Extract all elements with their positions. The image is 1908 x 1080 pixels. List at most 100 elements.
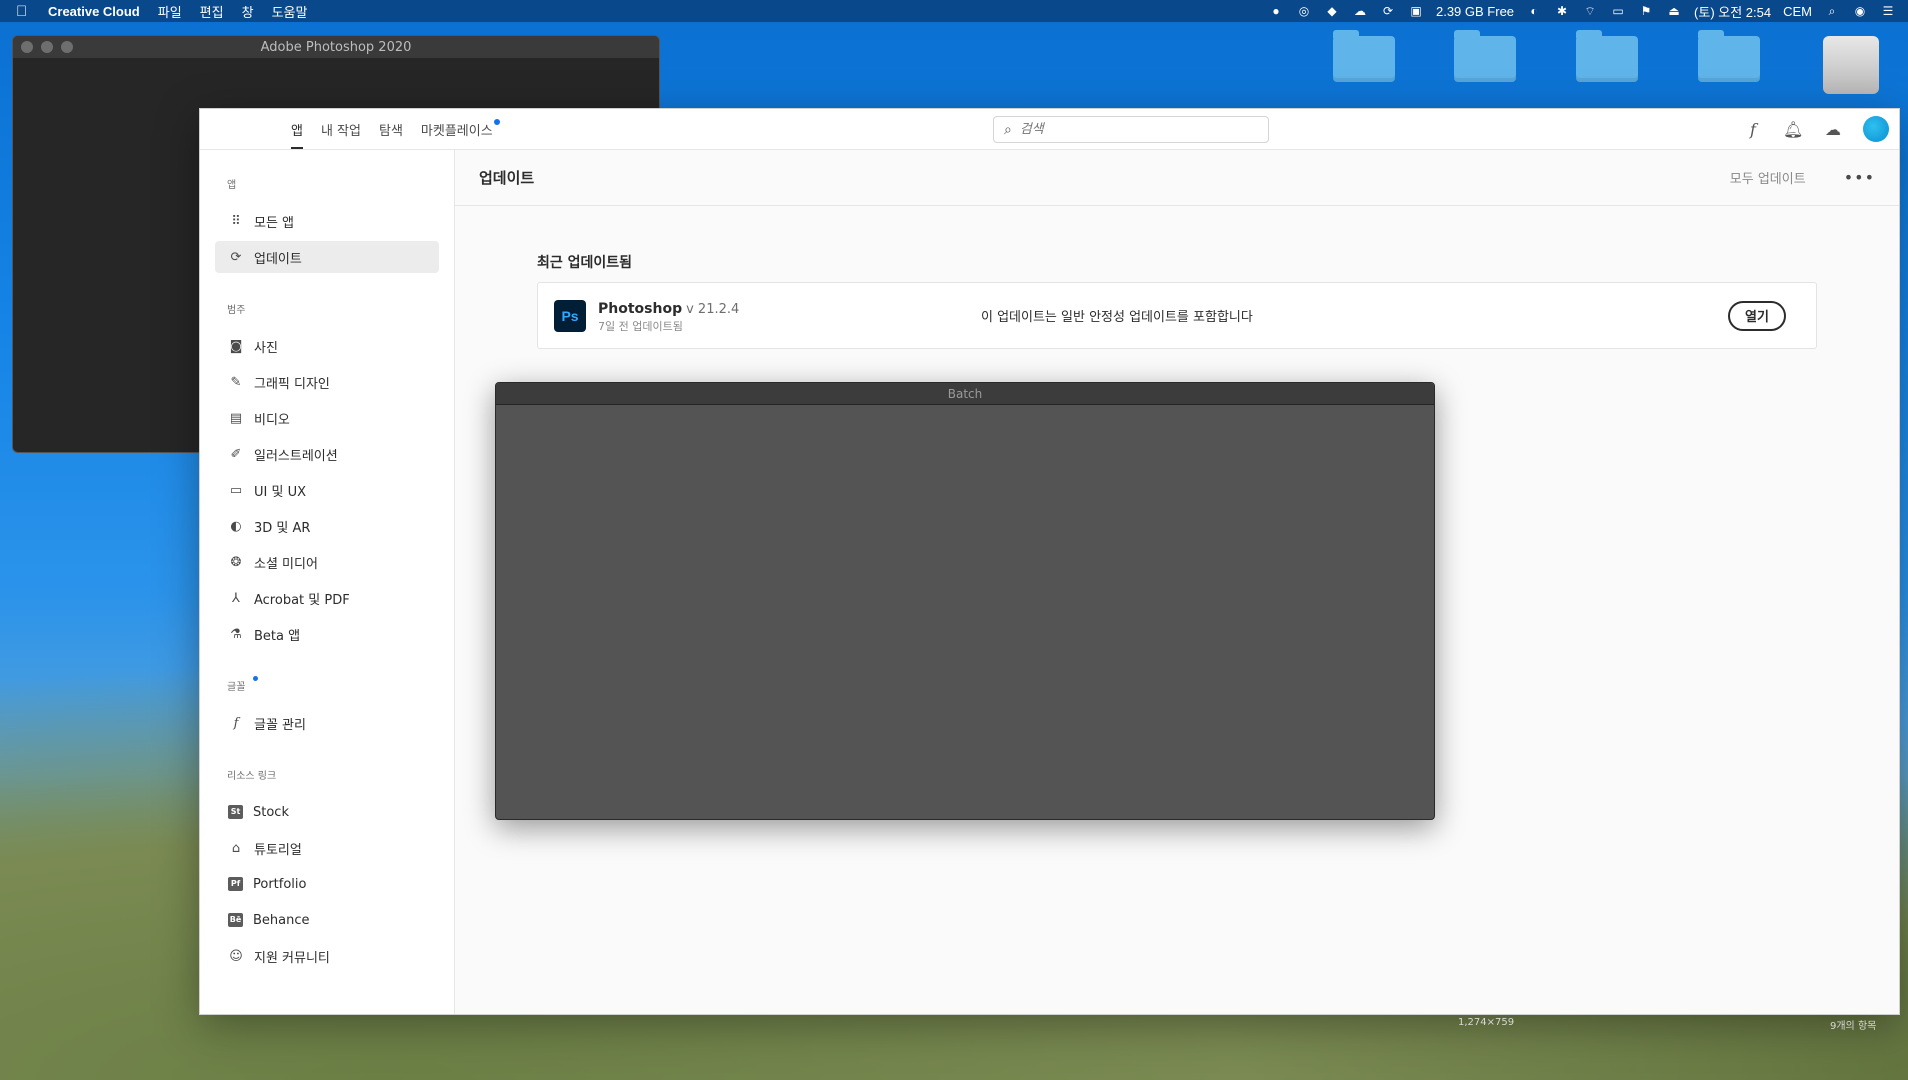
sidebar-item-community[interactable]: ☺ 지원 커뮤니티 (215, 940, 439, 972)
tab-my-work[interactable]: 내 작업 (321, 109, 361, 149)
sidebar-item-3d-ar[interactable]: ◐ 3D 및 AR (215, 510, 439, 542)
sidebar-item-beta-apps[interactable]: ⚗ Beta 앱 (215, 618, 439, 650)
dropbox-folder-icon (1576, 30, 1638, 82)
menu-edit[interactable]: 편집 (200, 2, 224, 21)
sidebar-section-fonts: 글꼴 (227, 676, 439, 693)
memory-chip-icon[interactable]: ▣ (1408, 4, 1424, 18)
desktop-folder-1[interactable] (1319, 30, 1409, 96)
recent-updates-heading: 최근 업데이트됨 (537, 255, 633, 271)
stock-icon: St (228, 805, 243, 819)
desktop-drive[interactable] (1806, 36, 1896, 108)
menu-file[interactable]: 파일 (158, 2, 182, 21)
folder-icon (1333, 30, 1395, 82)
behance-icon: Bē (228, 913, 243, 927)
sidebar-item-acrobat-pdf[interactable]: ⅄ Acrobat 및 PDF (215, 582, 439, 614)
menu-bar:  Creative Cloud 파일 편집 창 도움말 ● ◎ ◆ ☁ ⟳ ▣… (0, 0, 1908, 22)
sidebar-section-apps: 앱 (227, 180, 237, 191)
batch-dialog[interactable]: Batch (495, 382, 1435, 820)
pen-tool-icon: ✎ (230, 374, 242, 390)
sidebar-item-manage-fonts[interactable]: f 글꼴 관리 (215, 707, 439, 739)
cc-top-bar: 앱 내 작업 탐색 마켓플레이스 ⌕ f 🔔︎ ☁ (200, 109, 1899, 150)
search-icon: ⌕ (1004, 121, 1012, 138)
menu-app-name[interactable]: Creative Cloud (48, 4, 140, 19)
sidebar-item-updates[interactable]: ⟳ 업데이트 (215, 241, 439, 273)
flask-icon: ⚗ (230, 626, 242, 642)
sidebar-item-behance[interactable]: Bē Behance (215, 904, 439, 936)
apple-icon[interactable]:  (16, 3, 30, 20)
app-name: Photoshop (598, 300, 683, 317)
font-icon: f (233, 715, 239, 731)
app-status-icon[interactable]: ◐ (1526, 4, 1542, 18)
community-icon: ☺ (229, 948, 243, 964)
wifi-icon[interactable]: ⌔ (1582, 4, 1598, 18)
sidebar-item-social-media[interactable]: ❂ 소셜 미디어 (215, 546, 439, 578)
search-input[interactable] (1019, 122, 1240, 137)
eject-icon[interactable]: ⏏ (1666, 4, 1682, 18)
sidebar-item-graphic-design[interactable]: ✎ 그래픽 디자인 (215, 366, 439, 398)
menu-help[interactable]: 도움말 (272, 2, 308, 21)
cloud-sync-icon[interactable]: ☁ (1352, 4, 1368, 18)
control-center-icon[interactable]: ☰ (1880, 4, 1896, 18)
siri-icon[interactable]: ◉ (1852, 4, 1868, 18)
update-all-button[interactable]: 모두 업데이트 (1730, 168, 1806, 187)
avatar[interactable] (1863, 116, 1889, 142)
search-box[interactable]: ⌕ (993, 116, 1269, 143)
camera-icon: ◙ (229, 338, 243, 354)
social-icon: ❂ (230, 554, 242, 570)
tab-discover[interactable]: 탐색 (379, 109, 403, 149)
sidebar-item-illustration[interactable]: ✐ 일러스트레이션 (215, 438, 439, 470)
batch-title: Batch (496, 383, 1434, 405)
fonts-icon[interactable]: f (1743, 120, 1763, 139)
cc-tabs: 앱 내 작업 탐색 마켓플레이스 (291, 109, 500, 149)
bluetooth-icon[interactable]: ✱ (1554, 4, 1570, 18)
user-name[interactable]: CEM (1783, 4, 1812, 19)
sidebar-item-all-apps[interactable]: ⠿ 모든 앱 (215, 205, 439, 237)
sidebar-item-portfolio[interactable]: Pf Portfolio (215, 868, 439, 900)
page-title: 업데이트 (479, 169, 535, 187)
sidebar-item-photo[interactable]: ◙ 사진 (215, 330, 439, 362)
hard-drive-icon (1823, 36, 1879, 94)
acrobat-icon: ⅄ (232, 590, 240, 606)
graduation-cap-icon: ⌂ (231, 840, 241, 856)
more-options-icon[interactable]: ••• (1844, 168, 1875, 187)
film-icon: ▤ (229, 410, 243, 426)
clock[interactable]: (토) 오전 2:54 (1694, 2, 1771, 21)
photoshop-logo-icon: Ps (554, 299, 586, 332)
flag-icon[interactable]: ⚑ (1638, 4, 1654, 18)
notification-dot (253, 676, 258, 681)
dropbox-icon[interactable]: ◆ (1324, 4, 1340, 18)
sidebar-section-resources: 리소스 링크 (227, 771, 277, 782)
sidebar-item-video[interactable]: ▤ 비디오 (215, 402, 439, 434)
photoshop-titlebar[interactable]: Adobe Photoshop 2020 (13, 36, 659, 58)
photoshop-window-title: Adobe Photoshop 2020 (260, 39, 412, 55)
airplay-icon[interactable]: ▭ (1610, 4, 1626, 18)
desktop-folder-2[interactable] (1440, 30, 1530, 96)
brush-icon: ✐ (230, 446, 242, 462)
cloud-icon[interactable]: ☁ (1823, 120, 1843, 139)
menu-window[interactable]: 창 (242, 2, 254, 21)
tab-apps[interactable]: 앱 (291, 109, 303, 149)
sidebar-section-categories: 범주 (227, 305, 246, 316)
devices-icon: ▭ (229, 482, 243, 498)
folder-icon (1454, 30, 1516, 82)
sidebar: 앱 ⠿ 모든 앱 ⟳ 업데이트 범주 ◙ 사진 ✎ 그래픽 디자인 ▤ 비디오 (200, 150, 455, 1014)
app-update-card: Ps Photoshop v 21.2.4 7일 전 업데이트됨 이 업데이트는 … (537, 282, 1817, 349)
desktop-folder-dropbox[interactable] (1562, 30, 1652, 96)
tab-marketplace[interactable]: 마켓플레이스 (421, 109, 500, 149)
sidebar-item-tutorials[interactable]: ⌂ 튜토리얼 (215, 832, 439, 864)
spotlight-search-icon[interactable]: ⌕ (1824, 4, 1840, 18)
open-button[interactable]: 열기 (1728, 300, 1786, 331)
3d-icon: ◐ (230, 518, 242, 534)
creative-cloud-icon[interactable]: ◎ (1296, 4, 1312, 18)
sync-icon[interactable]: ⟳ (1380, 4, 1396, 18)
sidebar-item-ui-ux[interactable]: ▭ UI 및 UX (215, 474, 439, 506)
bell-icon[interactable]: 🔔︎ (1783, 120, 1803, 139)
sidebar-item-stock[interactable]: St Stock (215, 796, 439, 828)
app-updated-time: 7일 전 업데이트됨 (598, 319, 683, 333)
chat-icon[interactable]: ● (1268, 4, 1284, 18)
desktop-item-count: 9개의 항목 (1830, 1021, 1877, 1032)
desktop-folder-3[interactable] (1684, 30, 1774, 96)
storage-status[interactable]: 2.39 GB Free (1436, 4, 1514, 19)
update-description: 이 업데이트는 일반 안정성 업데이트를 포함합니다 (981, 310, 1253, 325)
desktop-image-size: 1,274×759 (1458, 1017, 1515, 1028)
